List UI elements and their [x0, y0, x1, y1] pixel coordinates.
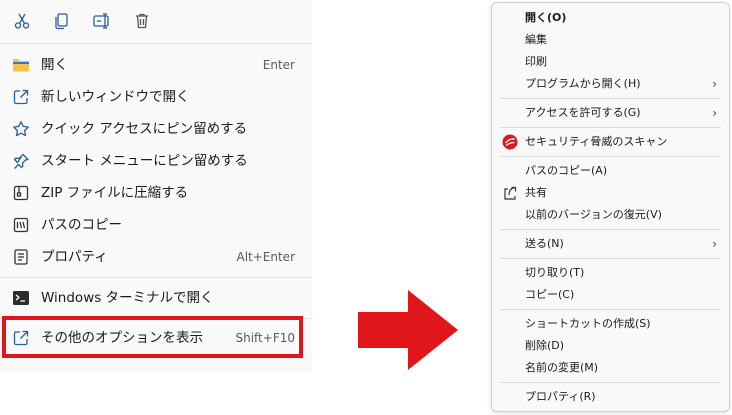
menu-separator	[500, 258, 721, 259]
new-window-icon	[11, 87, 31, 107]
zip-icon	[11, 183, 31, 203]
menu-item-label: 編集	[525, 33, 547, 46]
properties-icon	[11, 247, 31, 267]
menu-item-open[interactable]: 開く Enter	[0, 49, 312, 81]
menu-item-label: 新しいウィンドウで開く	[41, 89, 190, 105]
menu-item-label: 印刷	[525, 55, 547, 68]
menu-item-rename[interactable]: 名前の変更(M)	[492, 357, 729, 379]
menu-separator	[0, 277, 312, 278]
menu-item-open-terminal[interactable]: Windows ターミナルで開く	[0, 282, 312, 314]
menu-item-create-shortcut[interactable]: ショートカットの作成(S)	[492, 313, 729, 335]
menu-item-label: 削除(D)	[525, 339, 565, 352]
menu-item-label: プログラムから開く(H)	[525, 77, 641, 90]
delete-icon[interactable]	[131, 10, 153, 32]
cut-icon[interactable]	[11, 10, 33, 32]
menu-item-open-new-window[interactable]: 新しいウィンドウで開く	[0, 81, 312, 113]
menu-separator	[500, 382, 721, 383]
chevron-right-icon: ›	[712, 106, 717, 120]
menu-item-label: 切り取り(T)	[525, 266, 585, 279]
menu-item-label: 名前の変更(M)	[525, 361, 599, 374]
quick-action-bar	[0, 0, 312, 42]
menu-separator	[500, 127, 721, 128]
menu-item-compress-zip[interactable]: ZIP ファイルに圧縮する	[0, 177, 312, 209]
menu-item-copy[interactable]: コピー(C)	[492, 284, 729, 306]
menu-item-label: プロパティ(R)	[525, 390, 596, 403]
chevron-right-icon: ›	[712, 237, 717, 251]
menu-item-label: 開く	[41, 57, 68, 73]
folder-icon	[11, 55, 31, 75]
menu-item-copy-path[interactable]: パスのコピー(A)	[492, 160, 729, 182]
menu-item-label: セキュリティ脅威のスキャン	[525, 135, 668, 148]
terminal-icon	[11, 288, 31, 308]
menu-item-label: パスのコピー	[41, 217, 122, 233]
menu-item-label: ZIP ファイルに圧縮する	[41, 185, 189, 201]
menu-item-send-to[interactable]: 送る(N) ›	[492, 233, 729, 255]
menu-item-give-access[interactable]: アクセスを許可する(G) ›	[492, 102, 729, 124]
menu-item-delete[interactable]: 削除(D)	[492, 335, 729, 357]
menu-separator	[500, 98, 721, 99]
menu-item-label: 送る(N)	[525, 237, 564, 250]
menu-item-cut[interactable]: 切り取り(T)	[492, 262, 729, 284]
menu-item-open[interactable]: 開く(O)	[492, 7, 729, 29]
menu-item-label: 以前のバージョンの復元(V)	[525, 208, 662, 221]
menu-item-label: パスのコピー(A)	[525, 164, 608, 177]
menu-item-label: クイック アクセスにピン留めする	[41, 121, 248, 137]
menu-separator	[500, 156, 721, 157]
copy-path-icon	[11, 215, 31, 235]
menu-item-label: ショートカットの作成(S)	[525, 317, 651, 330]
menu-item-restore-previous-versions[interactable]: 以前のバージョンの復元(V)	[492, 204, 729, 226]
menu-item-shortcut: Enter	[262, 58, 295, 72]
classic-context-menu: 開く(O) 編集 印刷 プログラムから開く(H) › アクセスを許可する(G) …	[491, 2, 730, 412]
menu-item-print[interactable]: 印刷	[492, 51, 729, 73]
menu-item-label: 開く(O)	[525, 11, 567, 24]
star-icon	[11, 119, 31, 139]
menu-item-shortcut: Alt+Enter	[236, 250, 295, 264]
menu-item-share[interactable]: 共有	[492, 182, 729, 204]
menu-item-open-with[interactable]: プログラムから開く(H) ›	[492, 73, 729, 95]
highlight-box	[2, 316, 303, 358]
copy-icon[interactable]	[51, 10, 73, 32]
menu-separator	[500, 309, 721, 310]
menu-item-properties[interactable]: プロパティ(R)	[492, 386, 729, 408]
menu-item-edit[interactable]: 編集	[492, 29, 729, 51]
menu-item-label: プロパティ	[41, 249, 108, 265]
right-arrow-icon	[358, 290, 458, 370]
rename-icon[interactable]	[91, 10, 113, 32]
menu-item-label: Windows ターミナルで開く	[41, 290, 214, 306]
menu-item-properties[interactable]: プロパティ Alt+Enter	[0, 241, 312, 273]
menu-item-copy-path[interactable]: パスのコピー	[0, 209, 312, 241]
menu-item-pin-quick-access[interactable]: クイック アクセスにピン留めする	[0, 113, 312, 145]
menu-separator	[500, 229, 721, 230]
pin-icon	[11, 151, 31, 171]
menu-item-label: アクセスを許可する(G)	[525, 106, 641, 119]
menu-item-security-scan[interactable]: セキュリティ脅威のスキャン	[492, 131, 729, 153]
security-scan-icon	[502, 134, 518, 150]
chevron-right-icon: ›	[712, 77, 717, 91]
menu-item-pin-start[interactable]: スタート メニューにピン留めする	[0, 145, 312, 177]
menu-separator	[0, 43, 312, 44]
menu-item-label: スタート メニューにピン留めする	[41, 153, 248, 169]
menu-item-label: 共有	[525, 186, 547, 199]
share-icon	[502, 185, 518, 201]
menu-item-label: コピー(C)	[525, 288, 575, 301]
